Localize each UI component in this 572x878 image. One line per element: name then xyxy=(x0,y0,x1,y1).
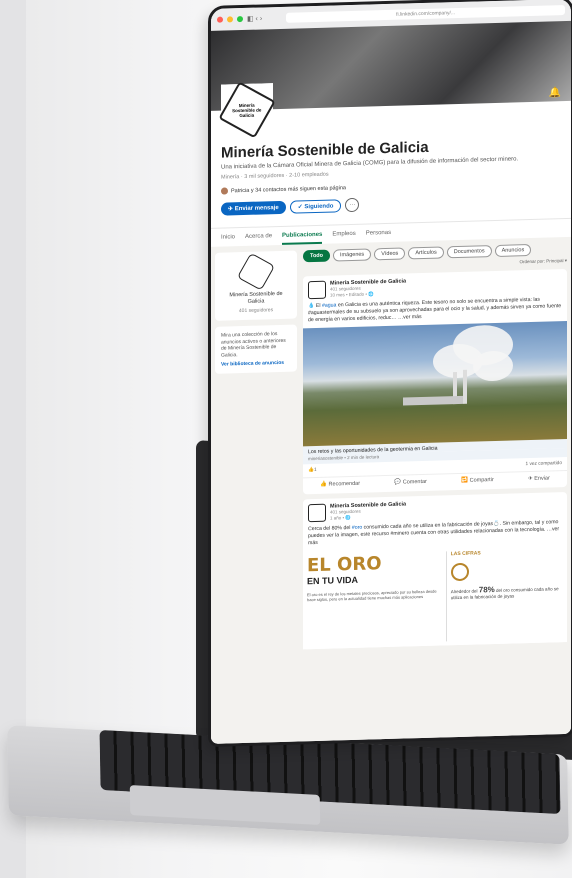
send-button[interactable]: ✈ Enviar xyxy=(528,475,550,482)
hashtag-link[interactable]: #oro xyxy=(352,525,362,531)
device-screen: ◧ ‹ › fi.linkedin.com/company/... Minerí… xyxy=(208,0,572,748)
more-button[interactable]: ··· xyxy=(345,197,360,213)
comment-button[interactable]: 💬 Comentar xyxy=(394,479,427,486)
filter-imagenes[interactable]: Imágenes xyxy=(333,248,372,262)
reaction-count[interactable]: 👍1 xyxy=(308,468,317,473)
maximize-dot-icon[interactable] xyxy=(237,16,243,23)
tab-personas[interactable]: Personas xyxy=(366,230,391,243)
tab-acerca[interactable]: Acerca de xyxy=(245,233,272,246)
post-text-start: Cerca del 80% del xyxy=(308,524,352,533)
sidebar-ads-card: Mira una colección de los anuncios activ… xyxy=(215,324,297,374)
share-count[interactable]: 1 vez compartido xyxy=(525,461,562,467)
company-logo: Minería Sostenible de Galicia xyxy=(218,81,276,139)
avatar xyxy=(221,187,228,195)
percent-pre: Alrededor del xyxy=(450,588,479,595)
filter-todo[interactable]: Todo xyxy=(303,249,331,263)
close-dot-icon[interactable] xyxy=(217,16,223,23)
post-text-rest: consumido cada año se utiliza en la fabr… xyxy=(308,519,560,547)
sidebar-title[interactable]: Minería Sostenible de Galicia xyxy=(221,291,291,307)
tab-inicio[interactable]: Inicio xyxy=(221,234,235,246)
sidebar-company-card: Minería Sostenible de Galicia 401 seguid… xyxy=(215,250,297,321)
filter-documentos[interactable]: Documentos xyxy=(446,245,492,259)
post-card: Minería Sostenible de Galicia 401 seguid… xyxy=(303,491,567,650)
infographic-body: El oro es el rey de los metales precioso… xyxy=(307,588,437,603)
mutual-connections: Patricia y 34 contactos más siguen esta … xyxy=(221,178,561,195)
post-text-start: 💧 El xyxy=(308,302,322,310)
post-card: Minería Sostenible de Galicia 401 seguid… xyxy=(303,268,567,495)
following-button[interactable]: ✓ Siguiendo xyxy=(289,198,342,214)
sidebar-logo xyxy=(236,252,276,291)
filter-anuncios[interactable]: Anuncios xyxy=(494,243,532,257)
ads-text: Mira una colección de los anuncios activ… xyxy=(221,331,286,359)
share-button[interactable]: 🔁 Compartir xyxy=(461,477,494,484)
minimize-dot-icon[interactable] xyxy=(227,16,233,23)
bell-icon[interactable]: 🔔 xyxy=(549,87,561,98)
post-author-logo[interactable] xyxy=(308,280,326,300)
hashtag-link[interactable]: #agua xyxy=(322,302,336,308)
browser-nav-icons[interactable]: ◧ ‹ › xyxy=(247,14,262,22)
url-bar[interactable]: fi.linkedin.com/company/... xyxy=(286,5,565,23)
geothermal-photo[interactable] xyxy=(303,320,567,447)
infographic-percent: Alrededor del 78% del oro consumido cada… xyxy=(451,583,563,600)
sidebar-followers: 401 seguidores xyxy=(238,307,274,315)
filter-videos[interactable]: Vídeos xyxy=(374,247,406,261)
percent-value: 78% xyxy=(478,584,495,595)
recommend-button[interactable]: 👍 Recomendar xyxy=(320,481,360,488)
post-author-logo[interactable] xyxy=(308,503,326,523)
gold-infographic[interactable]: EL ORO EN TU VIDA El oro es el rey de lo… xyxy=(303,543,567,650)
ads-library-link[interactable]: Ver biblioteca de anuncios xyxy=(221,360,291,368)
infographic-cifras: LAS CIFRAS xyxy=(450,550,481,558)
filter-articulos[interactable]: Artículos xyxy=(408,246,444,260)
cover-image: Minería Sostenible de Galicia xyxy=(211,20,571,139)
logo-text: Minería Sostenible de Galicia xyxy=(232,102,262,118)
mutual-text: Patricia y 34 contactos más siguen esta … xyxy=(231,184,346,194)
tab-empleos[interactable]: Empleos xyxy=(332,231,355,244)
send-message-button[interactable]: ✈ Enviar mensaje xyxy=(221,200,286,216)
post-text-rest: en Galicia es una auténtica riqueza. Est… xyxy=(308,296,562,324)
ring-icon xyxy=(450,562,469,582)
